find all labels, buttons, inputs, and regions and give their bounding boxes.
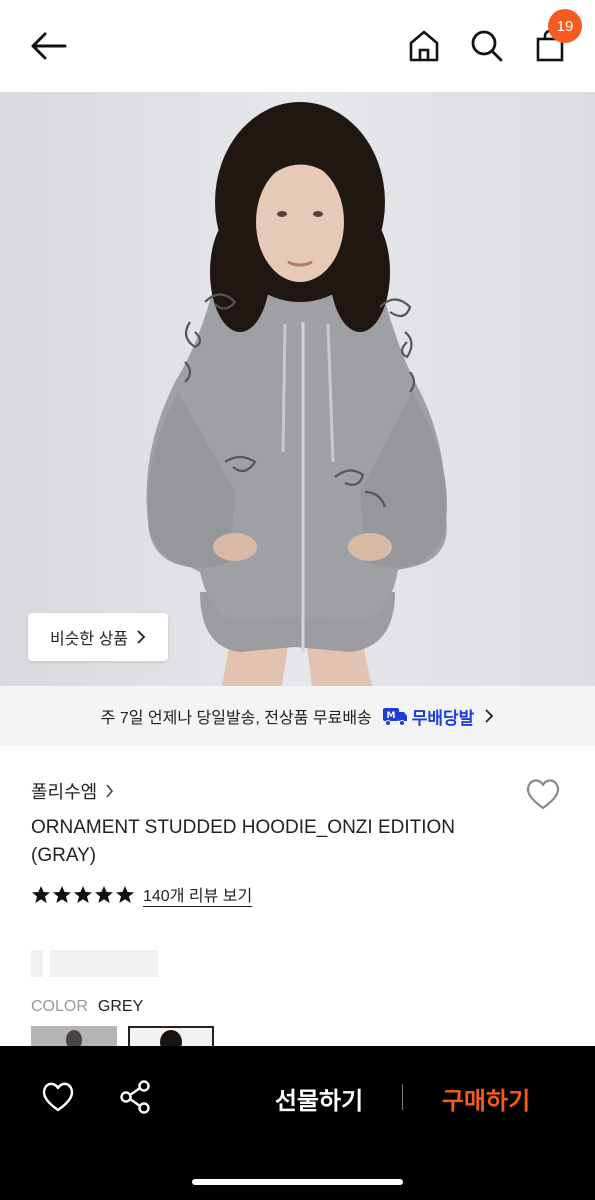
product-title: ORNAMENT STUDDED HOODIE_ONZI EDITION (GR… xyxy=(31,817,456,866)
chevron-right-icon xyxy=(137,630,146,644)
review-link[interactable]: 140개 리뷰 보기 xyxy=(143,882,252,906)
star-icon xyxy=(116,885,134,903)
share-icon xyxy=(120,1080,150,1114)
buy-button[interactable]: 구매하기 xyxy=(424,1080,548,1116)
color-swatch[interactable] xyxy=(31,1026,117,1046)
star-icon xyxy=(95,885,113,903)
chevron-right-icon xyxy=(485,709,494,723)
star-icon xyxy=(74,885,92,903)
color-swatch-selected[interactable] xyxy=(128,1026,214,1046)
arrow-left-icon xyxy=(31,32,67,60)
star-icon xyxy=(53,885,71,903)
divider xyxy=(402,1084,403,1110)
free-shipping-badge: M 무배당발 xyxy=(382,704,475,729)
bottom-wishlist-button[interactable] xyxy=(38,1077,78,1117)
swatch-thumbnail xyxy=(31,1026,117,1046)
rating-row: 140개 리뷰 보기 xyxy=(31,882,252,906)
share-button[interactable] xyxy=(116,1077,156,1117)
color-label: COLOR xyxy=(31,998,88,1015)
bottom-action-bar xyxy=(0,1046,595,1200)
product-photo-illustration xyxy=(0,92,595,686)
free-shipping-label: 무배당발 xyxy=(411,708,475,728)
heart-icon xyxy=(42,1082,74,1112)
price-placeholder xyxy=(31,950,43,977)
gift-button[interactable]: 선물하기 xyxy=(258,1080,380,1116)
swatch-thumbnail xyxy=(130,1028,212,1046)
brand-name: 폴리수엠 xyxy=(31,782,98,802)
delivery-truck-icon: M xyxy=(382,708,407,726)
star-rating xyxy=(31,885,135,904)
price-placeholder xyxy=(50,950,158,977)
search-button[interactable] xyxy=(467,26,507,66)
star-icon xyxy=(32,885,50,903)
color-value: GREY xyxy=(97,998,144,1015)
home-indicator xyxy=(192,1179,403,1185)
similar-products-button[interactable]: 비슷한 상품 xyxy=(28,613,168,661)
back-button[interactable] xyxy=(28,26,68,66)
wishlist-button[interactable] xyxy=(523,774,563,814)
chevron-right-icon xyxy=(106,784,114,798)
search-icon xyxy=(471,30,503,62)
home-button[interactable] xyxy=(404,26,444,66)
shipping-text: 주 7일 언제나 당일발송, 전상품 무료배송 xyxy=(100,710,372,727)
color-row: COLOR GREY xyxy=(31,998,143,1016)
similar-products-label: 비슷한 상품 xyxy=(49,631,129,648)
cart-count-badge: 19 xyxy=(548,9,582,43)
brand-link[interactable]: 폴리수엠 xyxy=(31,778,114,804)
home-icon xyxy=(409,30,439,62)
product-image[interactable] xyxy=(0,92,595,686)
svg-text:M: M xyxy=(386,711,395,721)
top-header: 19 xyxy=(0,0,595,92)
shipping-banner[interactable]: 주 7일 언제나 당일발송, 전상품 무료배송 M 무배당발 xyxy=(0,686,595,746)
heart-icon xyxy=(526,779,560,810)
